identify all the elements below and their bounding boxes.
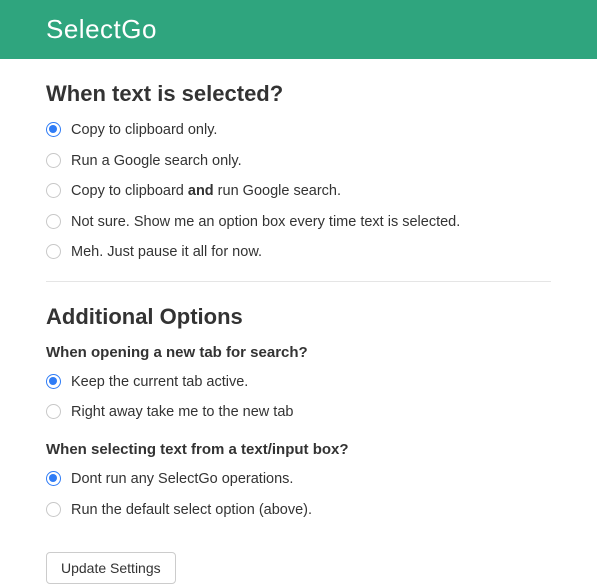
option-pause[interactable]: Meh. Just pause it all for now. <box>46 243 551 263</box>
option-copy-and-search[interactable]: Copy to clipboard and run Google search. <box>46 182 551 202</box>
section-heading-additional: Additional Options <box>46 304 551 330</box>
radio-label: Right away take me to the new tab <box>71 403 293 423</box>
radio-icon <box>46 244 61 259</box>
settings-content: When text is selected? Copy to clipboard… <box>0 59 597 584</box>
radio-icon <box>46 183 61 198</box>
radio-icon <box>46 471 61 486</box>
option-dont-run[interactable]: Dont run any SelectGo operations. <box>46 470 551 490</box>
option-copy-clipboard[interactable]: Copy to clipboard only. <box>46 121 551 141</box>
radio-label: Copy to clipboard and run Google search. <box>71 182 341 202</box>
radio-icon <box>46 374 61 389</box>
radio-group-selected: Copy to clipboard only. Run a Google sea… <box>46 121 551 263</box>
option-google-search[interactable]: Run a Google search only. <box>46 152 551 172</box>
option-show-box[interactable]: Not sure. Show me an option box every ti… <box>46 213 551 233</box>
section-divider <box>46 281 551 282</box>
radio-label: Not sure. Show me an option box every ti… <box>71 213 460 233</box>
option-keep-current-tab[interactable]: Keep the current tab active. <box>46 373 551 393</box>
radio-icon <box>46 122 61 137</box>
subsection-heading-newtab: When opening a new tab for search? <box>46 344 551 361</box>
radio-icon <box>46 153 61 168</box>
radio-label: Keep the current tab active. <box>71 373 248 393</box>
radio-icon <box>46 502 61 517</box>
app-title: SelectGo <box>46 14 551 45</box>
radio-group-newtab: Keep the current tab active. Right away … <box>46 373 551 423</box>
radio-label: Dont run any SelectGo operations. <box>71 470 293 490</box>
app-header: SelectGo <box>0 0 597 59</box>
option-go-to-new-tab[interactable]: Right away take me to the new tab <box>46 403 551 423</box>
update-settings-button[interactable]: Update Settings <box>46 552 176 584</box>
radio-icon <box>46 404 61 419</box>
radio-label: Copy to clipboard only. <box>71 121 217 141</box>
radio-label: Run a Google search only. <box>71 152 242 172</box>
radio-label: Run the default select option (above). <box>71 501 312 521</box>
radio-icon <box>46 214 61 229</box>
section-heading-selected: When text is selected? <box>46 81 551 107</box>
radio-group-inputbox: Dont run any SelectGo operations. Run th… <box>46 470 551 520</box>
option-run-default[interactable]: Run the default select option (above). <box>46 501 551 521</box>
radio-label: Meh. Just pause it all for now. <box>71 243 262 263</box>
subsection-heading-inputbox: When selecting text from a text/input bo… <box>46 441 551 458</box>
